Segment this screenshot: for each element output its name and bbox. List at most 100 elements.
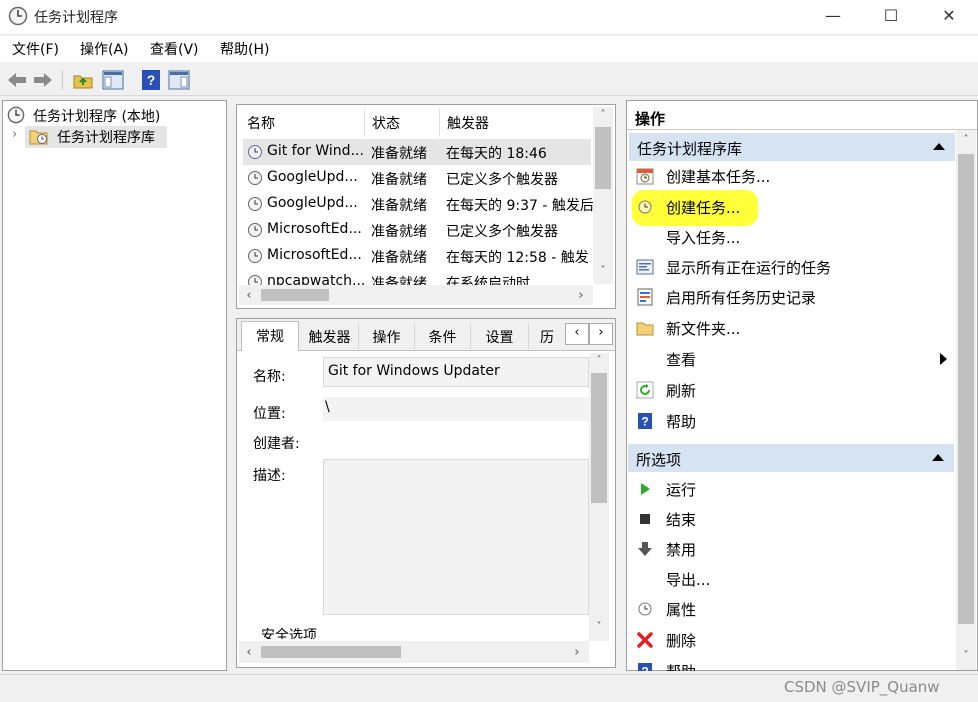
actions-vertical-scrollbar[interactable]: ˄ ˅ bbox=[956, 130, 976, 670]
action-label: 导入任务... bbox=[666, 229, 741, 247]
list-vertical-scrollbar[interactable]: ˄ ˅ bbox=[593, 107, 613, 284]
task-status: 准备就绪 bbox=[371, 172, 427, 188]
column-divider[interactable] bbox=[439, 109, 440, 137]
description-field[interactable] bbox=[323, 459, 589, 615]
description-label: 描述: bbox=[253, 468, 286, 484]
action-label: 帮助 bbox=[666, 413, 697, 431]
task-clock-icon bbox=[248, 223, 262, 237]
action-refresh[interactable]: 刷新 bbox=[628, 376, 954, 404]
action-create-task[interactable]: 创建任务... bbox=[628, 193, 954, 221]
task-clock-icon bbox=[248, 145, 262, 159]
tab-conditions[interactable]: 条件 bbox=[415, 323, 471, 349]
tree-item-library[interactable]: 任务计划程序库 bbox=[25, 126, 167, 148]
task-row[interactable]: Git for Wind... 准备就绪 在每天的 18:46 bbox=[243, 139, 591, 165]
task-clock-icon bbox=[248, 171, 262, 185]
task-list: 名称 状态 触发器 Git for Wind... 准备就绪 在每天的 18:4… bbox=[236, 104, 616, 309]
column-header-trigger[interactable]: 触发器 bbox=[447, 113, 489, 133]
detail-vertical-scrollbar[interactable]: ˄ ˅ bbox=[589, 353, 609, 641]
delete-x-icon bbox=[637, 632, 653, 648]
action-help[interactable]: ? 帮助 bbox=[628, 407, 954, 435]
tab-settings[interactable]: 设置 bbox=[471, 323, 529, 349]
navigation-tree: 任务计划程序 (本地) › 任务计划程序库 bbox=[2, 100, 227, 671]
action-enable-history[interactable]: 启用所有任务历史记录 bbox=[628, 283, 954, 311]
section-header-selected[interactable]: 所选项 bbox=[628, 444, 954, 472]
scroll-down-arrow[interactable]: ˅ bbox=[589, 621, 609, 632]
task-row[interactable]: GoogleUpd... 准备就绪 在每天的 9:37 - 触发后 bbox=[243, 191, 594, 217]
section-header-library[interactable]: 任务计划程序库 bbox=[629, 133, 955, 161]
scroll-right-arrow[interactable]: › bbox=[575, 288, 587, 303]
scrollbar-thumb[interactable] bbox=[958, 154, 974, 624]
watermark: CSDN @SVIP_Quanw bbox=[784, 678, 940, 696]
tab-scroll-left[interactable]: ‹ bbox=[565, 323, 589, 345]
action-import-task[interactable]: 导入任务... bbox=[628, 223, 954, 251]
scroll-right-arrow[interactable]: › bbox=[571, 645, 583, 660]
scroll-up-arrow[interactable]: ˄ bbox=[593, 109, 613, 120]
action-run[interactable]: 运行 bbox=[628, 475, 954, 503]
detail-horizontal-scrollbar[interactable]: ‹ › bbox=[239, 641, 589, 663]
scrollbar-thumb[interactable] bbox=[261, 646, 401, 658]
tab-triggers[interactable]: 触发器 bbox=[301, 323, 359, 349]
menu-file[interactable]: 文件(F) bbox=[12, 39, 59, 59]
column-divider[interactable] bbox=[364, 109, 365, 137]
action-label: 属性 bbox=[666, 601, 697, 619]
help-icon[interactable]: ? bbox=[140, 69, 162, 91]
menu-help[interactable]: 帮助(H) bbox=[220, 39, 269, 59]
submenu-arrow-icon bbox=[940, 353, 947, 365]
scroll-up-arrow[interactable]: ˄ bbox=[589, 355, 609, 366]
collapse-triangle-icon[interactable] bbox=[932, 454, 944, 461]
action-end[interactable]: 结束 bbox=[628, 505, 954, 533]
action-show-running-tasks[interactable]: 显示所有正在运行的任务 bbox=[628, 253, 954, 281]
scroll-left-arrow[interactable]: ‹ bbox=[243, 645, 255, 660]
scroll-left-arrow[interactable]: ‹ bbox=[243, 288, 255, 303]
list-horizontal-scrollbar[interactable]: ‹ › bbox=[239, 285, 593, 305]
maximize-button[interactable]: ☐ bbox=[862, 0, 920, 34]
show-hide-action-pane-icon[interactable] bbox=[168, 69, 190, 91]
action-export[interactable]: 导出... bbox=[628, 565, 954, 593]
scrollbar-thumb[interactable] bbox=[591, 373, 607, 503]
task-row[interactable]: MicrosoftEd... 准备就绪 在每天的 12:58 - 触发 bbox=[243, 243, 591, 269]
minimize-button[interactable]: — bbox=[804, 0, 862, 34]
action-new-folder[interactable]: 新文件夹... bbox=[628, 314, 954, 342]
action-help-selected[interactable]: ? 帮助 bbox=[628, 657, 954, 671]
task-clock-icon bbox=[248, 275, 262, 285]
expand-chevron-icon[interactable]: › bbox=[12, 127, 17, 142]
menu-action[interactable]: 操作(A) bbox=[80, 39, 129, 59]
scroll-down-arrow[interactable]: ˅ bbox=[593, 265, 613, 276]
collapse-triangle-icon[interactable] bbox=[933, 143, 945, 150]
back-arrow-icon[interactable] bbox=[6, 69, 28, 91]
forward-arrow-icon[interactable] bbox=[32, 69, 54, 91]
tab-history[interactable]: 历 bbox=[529, 323, 565, 349]
scrollbar-thumb[interactable] bbox=[595, 127, 611, 189]
svg-text:?: ? bbox=[641, 665, 648, 672]
action-create-basic-task[interactable]: 创建基本任务... bbox=[628, 162, 954, 190]
menu-view[interactable]: 查看(V) bbox=[150, 39, 199, 59]
task-row[interactable]: npcapwatch... 准备就绪 在系统启动时 bbox=[243, 269, 591, 285]
scroll-up-arrow[interactable]: ˄ bbox=[956, 134, 976, 145]
task-row[interactable]: GoogleUpd... 准备就绪 已定义多个触发器 bbox=[243, 165, 591, 191]
task-trigger: 已定义多个触发器 bbox=[446, 172, 558, 188]
column-header-name[interactable]: 名称 bbox=[247, 113, 275, 133]
folder-up-icon[interactable] bbox=[72, 69, 94, 91]
actions-divider bbox=[627, 129, 977, 130]
tab-actions[interactable]: 操作 bbox=[359, 323, 415, 349]
action-properties[interactable]: 属性 bbox=[628, 595, 954, 623]
tab-scroll-right[interactable]: › bbox=[589, 323, 613, 345]
action-view[interactable]: 查看 bbox=[628, 345, 954, 373]
folder-clock-icon bbox=[29, 130, 48, 145]
action-disable[interactable]: 禁用 bbox=[628, 535, 954, 563]
scrollbar-thumb[interactable] bbox=[261, 289, 329, 301]
show-hide-tree-icon[interactable] bbox=[102, 69, 124, 91]
name-field[interactable]: Git for Windows Updater bbox=[323, 357, 589, 387]
location-field[interactable]: \ bbox=[323, 397, 589, 421]
menu-bar: 文件(F) 操作(A) 查看(V) 帮助(H) bbox=[0, 36, 978, 62]
action-delete[interactable]: 删除 bbox=[628, 626, 954, 654]
scroll-down-arrow[interactable]: ˅ bbox=[956, 650, 976, 661]
help-icon: ? bbox=[638, 663, 652, 672]
author-label: 创建者: bbox=[253, 436, 300, 452]
task-row[interactable]: MicrosoftEd... 准备就绪 已定义多个触发器 bbox=[243, 217, 591, 243]
close-button[interactable]: ✕ bbox=[920, 0, 978, 34]
tab-general[interactable]: 常规 bbox=[241, 321, 299, 351]
column-header-status[interactable]: 状态 bbox=[372, 113, 400, 133]
action-label: 启用所有任务历史记录 bbox=[666, 289, 817, 307]
security-options-label: 安全选项 bbox=[261, 628, 317, 639]
